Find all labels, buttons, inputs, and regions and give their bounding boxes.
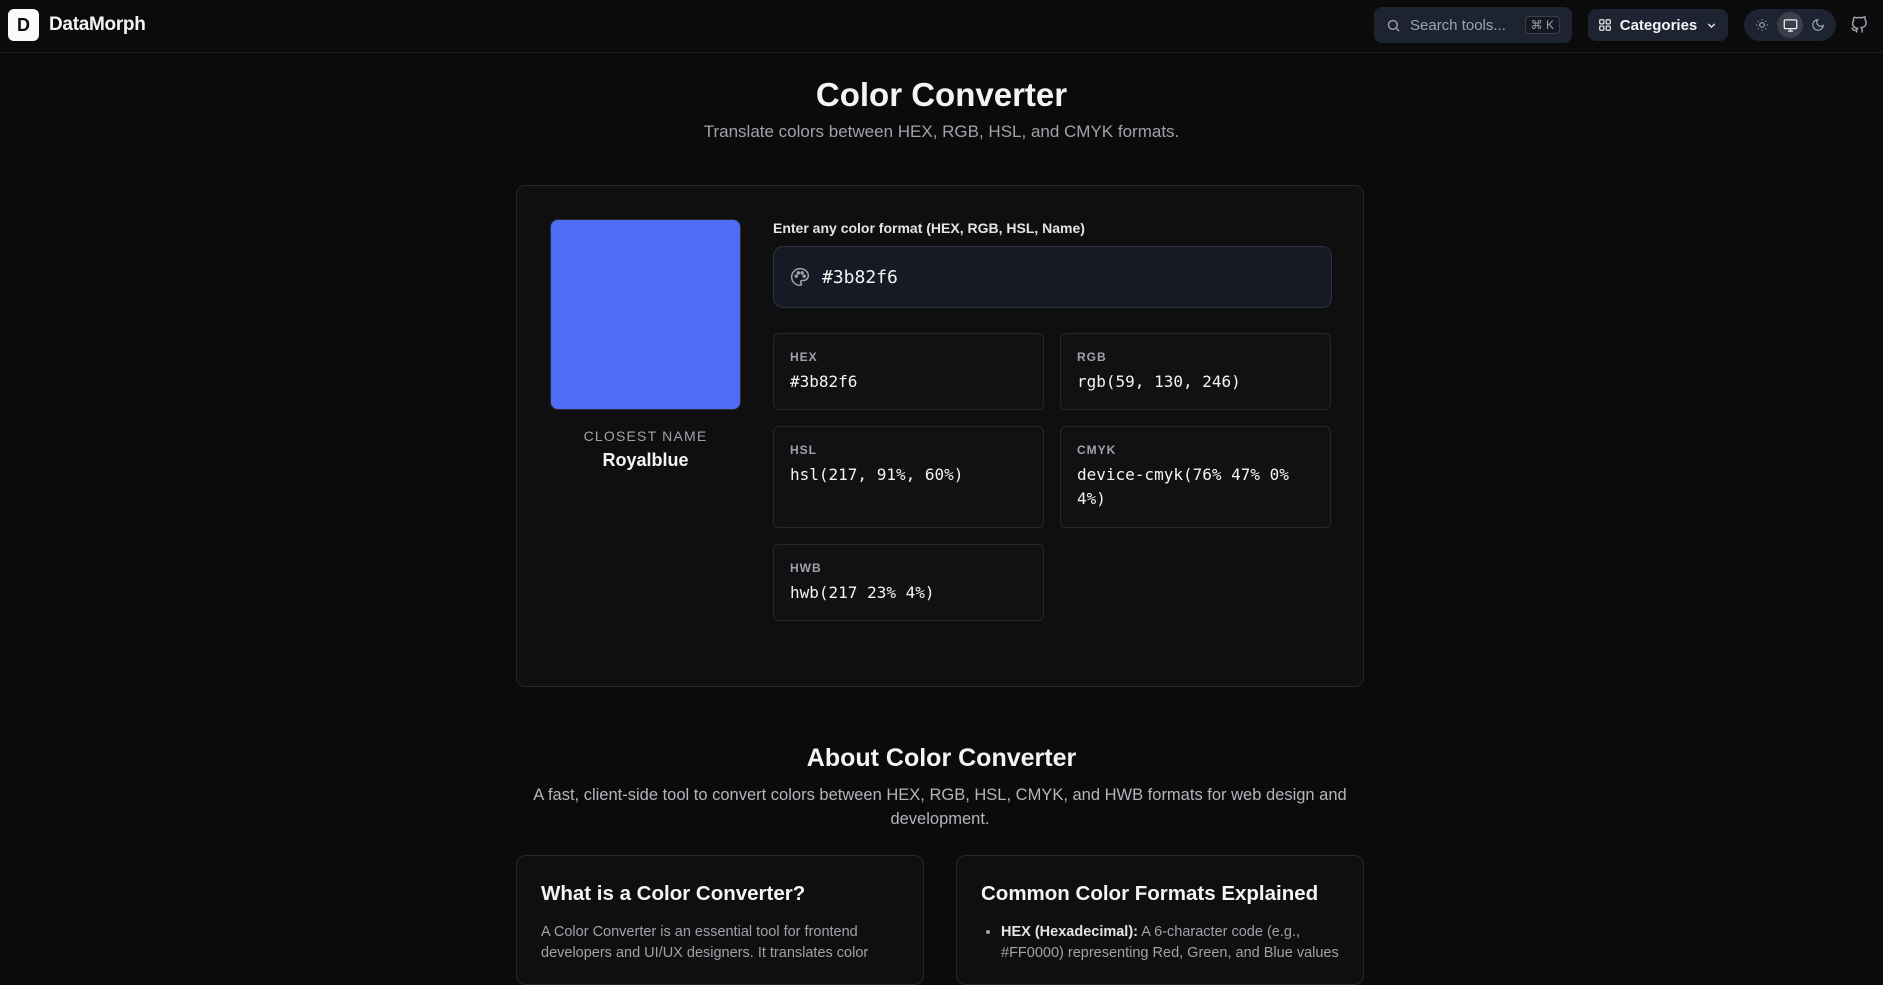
closest-name-label: CLOSEST NAME xyxy=(583,428,708,444)
search-button[interactable]: Search tools... ⌘ K xyxy=(1374,7,1572,43)
color-input-label: Enter any color format (HEX, RGB, HSL, N… xyxy=(773,220,1085,236)
search-placeholder: Search tools... xyxy=(1410,16,1506,34)
monitor-icon xyxy=(1783,18,1797,32)
search-shortcut: ⌘ K xyxy=(1524,16,1560,34)
cmyk-output[interactable]: CMYK device-cmyk(76% 47% 0% 4%) xyxy=(1060,426,1331,528)
rgb-label: RGB xyxy=(1077,350,1107,364)
rgb-value: rgb(59, 130, 246) xyxy=(1077,372,1241,391)
formats-list: HEX (Hexadecimal): A 6-character code (e… xyxy=(981,922,1339,964)
logo: D xyxy=(8,9,39,41)
palette-icon xyxy=(791,267,810,287)
hsl-label: HSL xyxy=(790,443,817,457)
what-is-title: What is a Color Converter? xyxy=(541,882,806,905)
brand-name: DataMorph xyxy=(49,14,146,35)
converter-card: CLOSEST NAME Royalblue Enter any color f… xyxy=(516,185,1364,687)
theme-light-button[interactable] xyxy=(1749,12,1775,38)
theme-switcher xyxy=(1744,9,1836,41)
hsl-value: hsl(217, 91%, 60%) xyxy=(790,465,964,484)
cmyk-label: CMYK xyxy=(1077,443,1117,457)
hex-value: #3b82f6 xyxy=(790,372,858,391)
what-is-text: A Color Converter is an essential tool f… xyxy=(541,924,869,961)
theme-system-button[interactable] xyxy=(1777,12,1803,38)
github-link[interactable] xyxy=(1850,15,1868,40)
github-icon xyxy=(1851,15,1867,33)
top-navbar: D DataMorph Search tools... ⌘ K Categori… xyxy=(0,0,1883,53)
moon-icon xyxy=(1812,19,1824,31)
color-input-container[interactable] xyxy=(773,246,1332,308)
cmyk-value: device-cmyk(76% 47% 0% 4%) xyxy=(1077,465,1289,508)
hwb-value: hwb(217 23% 4%) xyxy=(790,583,935,602)
what-is-card: What is a Color Converter? A Color Conve… xyxy=(516,855,924,985)
sun-icon xyxy=(1756,19,1768,31)
closest-name-value: Royalblue xyxy=(602,450,689,470)
about-description: A fast, client-side tool to convert colo… xyxy=(533,786,1347,828)
hex-label: HEX xyxy=(790,350,818,364)
search-icon xyxy=(1387,19,1400,32)
theme-dark-button[interactable] xyxy=(1805,12,1831,38)
rgb-output[interactable]: RGB rgb(59, 130, 246) xyxy=(1060,333,1331,410)
grid-icon xyxy=(1598,19,1611,31)
about-title: About Color Converter xyxy=(806,744,1077,772)
list-item: HEX (Hexadecimal): A 6-character code (e… xyxy=(1001,922,1339,964)
formats-card: Common Color Formats Explained HEX (Hexa… xyxy=(956,855,1364,985)
page-title: Color Converter xyxy=(815,76,1068,113)
categories-dropdown[interactable]: Categories xyxy=(1588,9,1728,41)
hwb-output[interactable]: HWB hwb(217 23% 4%) xyxy=(773,544,1044,621)
format-hex-term: HEX (Hexadecimal): xyxy=(1001,924,1138,940)
formats-title: Common Color Formats Explained xyxy=(981,882,1319,905)
hex-output[interactable]: HEX #3b82f6 xyxy=(773,333,1044,410)
hwb-label: HWB xyxy=(790,561,822,575)
categories-label: Categories xyxy=(1619,16,1698,34)
chevron-down-icon xyxy=(1708,22,1716,28)
color-input[interactable] xyxy=(822,266,1302,288)
hsl-output[interactable]: HSL hsl(217, 91%, 60%) xyxy=(773,426,1044,528)
color-swatch xyxy=(550,219,741,410)
page-subtitle: Translate colors between HEX, RGB, HSL, … xyxy=(703,122,1180,141)
brand-link[interactable]: D DataMorph xyxy=(8,9,146,41)
